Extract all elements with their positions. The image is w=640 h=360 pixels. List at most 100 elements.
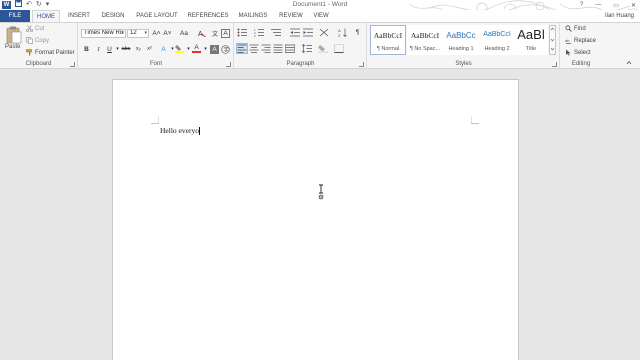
chevron-down-icon: ▾ — [144, 30, 147, 36]
copy-button[interactable]: Copy — [26, 37, 49, 45]
styles-gallery-scroll[interactable] — [549, 25, 556, 55]
text-caret — [199, 127, 201, 136]
svg-text:字: 字 — [224, 47, 229, 54]
increase-indent-icon[interactable] — [303, 28, 313, 37]
document-body-text[interactable]: Hello everyo — [160, 126, 201, 136]
ribbon: Paste Cut Copy Format Painter Clipboard … — [0, 22, 640, 69]
shrink-font-button[interactable]: A˅ — [163, 29, 172, 38]
change-case-button[interactable]: Aa — [177, 29, 191, 38]
superscript-button[interactable]: x² — [145, 45, 154, 54]
font-size-value: 12 — [130, 30, 137, 36]
copy-icon — [26, 37, 33, 44]
tab-design[interactable]: DESIGN — [98, 10, 128, 22]
bold-button[interactable]: B — [82, 45, 91, 54]
editing-group: Find ab Replace Select Editing — [561, 23, 601, 69]
tab-home[interactable]: HOME — [32, 10, 60, 22]
cut-button[interactable]: Cut — [25, 25, 45, 33]
chinese-layout-icon[interactable] — [319, 28, 329, 37]
paragraph-group: 123 AZ ¶ Paragraph — [235, 23, 367, 69]
margin-corner-top-left — [151, 116, 159, 124]
borders-icon[interactable] — [334, 44, 344, 53]
styles-launcher-icon[interactable] — [552, 62, 557, 67]
document-page[interactable]: Hello everyo — [112, 79, 519, 360]
font-color-dropdown-icon[interactable]: ▾ — [201, 45, 210, 54]
font-color-button[interactable]: A — [192, 44, 201, 53]
font-family-select[interactable]: Times New Ro ▾ — [81, 29, 126, 38]
margin-corner-top-right — [471, 116, 479, 124]
format-painter-button[interactable]: Format Painter — [26, 49, 75, 57]
clipboard-group-label: Clipboard — [25, 61, 52, 67]
paragraph-launcher-icon[interactable] — [359, 62, 364, 67]
text-effects-button[interactable]: A — [159, 45, 168, 54]
character-border-button[interactable]: A — [221, 29, 230, 38]
multilevel-list-icon[interactable] — [271, 28, 281, 37]
style-preview: AaBl — [517, 27, 545, 42]
document-canvas[interactable]: Hello everyo — [0, 70, 640, 360]
character-shading-button[interactable]: A — [210, 45, 219, 54]
decrease-indent-icon[interactable] — [290, 28, 300, 37]
copy-label: Copy — [35, 38, 50, 45]
cut-label: Cut — [35, 26, 45, 33]
font-size-select[interactable]: 12 ▾ — [127, 29, 149, 38]
style-name: ¶ No Spac... — [409, 46, 441, 52]
clear-formatting-icon[interactable]: A — [197, 29, 206, 38]
justify-icon[interactable] — [273, 44, 283, 53]
shading-icon[interactable] — [318, 44, 328, 53]
clipboard-group: Paste Cut Copy Format Painter Clipboard — [0, 23, 78, 69]
select-button[interactable]: Select — [565, 49, 591, 57]
find-label: Find — [574, 26, 586, 33]
highlighter-icon[interactable] — [175, 44, 184, 53]
tab-references[interactable]: REFERENCES — [186, 10, 230, 22]
font-launcher-icon[interactable] — [226, 62, 231, 67]
style-normal[interactable]: AaBbCcI ¶ Normal — [370, 25, 406, 55]
chevron-down-icon: ▾ — [121, 30, 124, 36]
enclose-characters-icon[interactable]: 字 — [221, 45, 230, 54]
style-title[interactable]: AaBl Title — [514, 25, 548, 55]
format-painter-label: Format Painter — [35, 50, 75, 57]
paste-button[interactable]: Paste — [5, 43, 20, 51]
align-center-icon[interactable] — [249, 44, 259, 53]
sort-icon[interactable]: AZ — [338, 28, 348, 37]
tab-insert[interactable]: INSERT — [64, 10, 94, 22]
styles-group-label: Styles — [455, 61, 472, 67]
grow-font-button[interactable]: A˄ — [152, 29, 161, 38]
tab-page-layout[interactable]: PAGE LAYOUT — [134, 10, 180, 22]
tab-view[interactable]: VIEW — [310, 10, 332, 22]
tab-file[interactable]: FILE — [0, 10, 30, 22]
align-left-icon[interactable] — [236, 43, 248, 54]
bullets-icon[interactable] — [237, 28, 247, 37]
style-no-spacing[interactable]: AaBbCcI ¶ No Spac... — [407, 25, 443, 55]
select-label: Select — [574, 50, 591, 57]
phonetic-guide-icon[interactable]: 文 — [210, 29, 219, 38]
user-account[interactable]: Iian Huang — [605, 10, 634, 22]
strikethrough-button[interactable]: abc — [120, 45, 132, 54]
ribbon-tabs: FILE HOME INSERT DESIGN PAGE LAYOUT REFE… — [0, 10, 640, 22]
style-heading-1[interactable]: AaBbCc Heading 1 — [443, 25, 479, 55]
italic-button[interactable]: I — [94, 45, 103, 54]
clipboard-icon[interactable] — [6, 26, 22, 44]
ibeam-cursor-icon — [318, 184, 324, 200]
line-spacing-icon[interactable] — [302, 44, 312, 53]
cursor-arrow-icon — [565, 49, 572, 56]
font-color-bar — [192, 51, 201, 53]
tab-mailings[interactable]: MAILINGS — [235, 10, 271, 22]
replace-button[interactable]: ab Replace — [565, 37, 596, 45]
tab-review[interactable]: REVIEW — [277, 10, 305, 22]
document-text: Hello everyo — [160, 126, 199, 135]
distributed-icon[interactable] — [285, 44, 295, 53]
style-name: Heading 1 — [448, 46, 474, 52]
clipboard-launcher-icon[interactable] — [70, 62, 75, 67]
show-formatting-marks-button[interactable]: ¶ — [353, 28, 362, 37]
style-preview: AaBbCcI — [483, 31, 511, 38]
numbering-icon[interactable]: 123 — [254, 28, 264, 37]
subscript-button[interactable]: x₂ — [134, 45, 143, 54]
style-name: Title — [525, 46, 537, 52]
svg-text:ab: ab — [565, 38, 570, 43]
align-right-icon[interactable] — [261, 44, 271, 53]
font-color-label: A — [194, 44, 199, 51]
style-name: Heading 2 — [484, 46, 510, 52]
find-button[interactable]: Find — [565, 25, 586, 33]
style-heading-2[interactable]: AaBbCcI Heading 2 — [479, 25, 515, 55]
collapse-ribbon-icon[interactable] — [626, 60, 632, 65]
styles-group: AaBbCcI ¶ Normal AaBbCcI ¶ No Spac... Aa… — [368, 23, 560, 69]
